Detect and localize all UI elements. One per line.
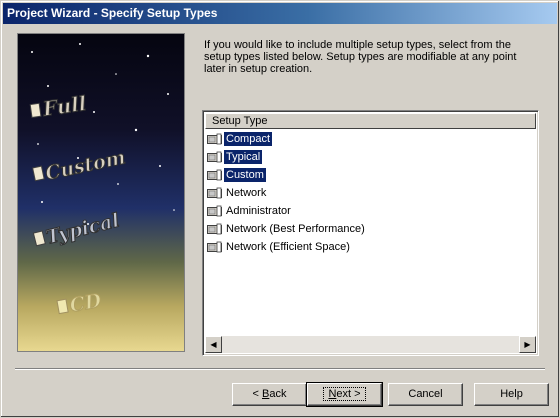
list-item-compact[interactable]: Compact [207, 130, 533, 148]
button-separator [15, 368, 545, 370]
list-item-network[interactable]: Network [207, 184, 533, 202]
cancel-button-label: Cancel [408, 388, 443, 400]
list-item-custom[interactable]: Custom [207, 166, 533, 184]
horizontal-scrollbar[interactable]: ◀ ▶ [205, 336, 536, 353]
list-item-label: Compact [224, 132, 273, 146]
setup-type-icon [207, 223, 222, 235]
setup-type-list[interactable]: Setup Type Compact Typical Custom Networ… [202, 110, 539, 356]
setup-type-icon [207, 133, 222, 145]
list-item-label: Typical [224, 150, 263, 164]
next-button-label: Next > [323, 387, 366, 401]
setup-type-icon [207, 169, 222, 181]
setup-type-icon [207, 187, 222, 199]
list-item-label: Network (Efficient Space) [226, 241, 350, 253]
setup-type-icon [207, 205, 222, 217]
list-item-label: Network [226, 187, 267, 199]
help-button-label: Help [500, 388, 523, 400]
setup-type-icon [207, 151, 222, 163]
list-item-label: Administrator [226, 205, 291, 217]
title-bar: Project Wizard - Specify Setup Types [3, 3, 557, 24]
next-button[interactable]: Next > [306, 382, 383, 407]
list-item-network-best-performance[interactable]: Network (Best Performance) [207, 220, 533, 238]
setup-type-icon [207, 241, 222, 253]
list-item-network-efficient-space[interactable]: Network (Efficient Space) [207, 238, 533, 256]
setup-type-column-header[interactable]: Setup Type [205, 113, 536, 129]
setup-types-illustration: Full Custom Typical CD [17, 33, 185, 352]
cancel-button[interactable]: Cancel [388, 383, 463, 406]
scroll-right-arrow-icon[interactable]: ▶ [519, 336, 536, 353]
intro-text: If you would like to include multiple se… [204, 39, 517, 75]
window-title: Project Wizard - Specify Setup Types [7, 6, 218, 20]
wizard-window: Project Wizard - Specify Setup Types Ful… [0, 0, 560, 418]
setup-type-items: Compact Typical Custom Network Administr… [207, 130, 533, 256]
back-button-label: < Back [252, 388, 287, 400]
scroll-left-arrow-icon[interactable]: ◀ [205, 336, 222, 353]
list-item-administrator[interactable]: Administrator [207, 202, 533, 220]
list-item-label: Network (Best Performance) [226, 223, 365, 235]
help-button[interactable]: Help [474, 383, 549, 406]
list-item-typical[interactable]: Typical [207, 148, 533, 166]
column-header-label: Setup Type [212, 115, 268, 127]
list-item-label: Custom [224, 168, 266, 182]
back-button[interactable]: < Back [232, 383, 307, 406]
